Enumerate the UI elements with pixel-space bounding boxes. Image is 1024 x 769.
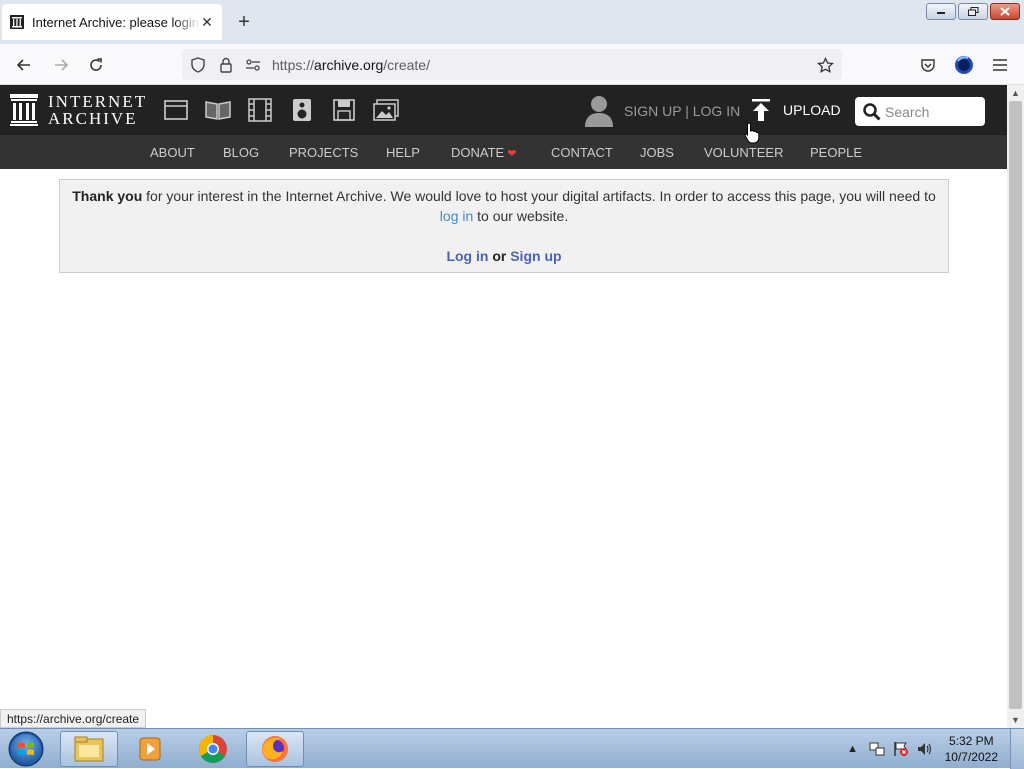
link-status-tooltip: https://archive.org/create [0, 709, 147, 728]
close-tab-icon[interactable]: ✕ [200, 15, 214, 29]
volume-speaker-icon[interactable] [917, 741, 933, 757]
system-tray: ▲ 5:32 PM 10/7/2022 [841, 729, 1024, 769]
nav-people[interactable]: PEOPLE [810, 145, 862, 160]
network-icon[interactable] [869, 741, 885, 757]
address-bar[interactable]: https://archive.org/create/ [182, 49, 842, 80]
log-in-link[interactable]: LOG IN [693, 103, 740, 119]
nav-contact[interactable]: CONTACT [551, 145, 613, 160]
action-center-flag-icon[interactable] [893, 741, 909, 757]
show-desktop-button[interactable] [1010, 729, 1024, 769]
nav-donate-label: DONATE [451, 145, 505, 160]
audio-speaker-icon[interactable] [289, 97, 315, 123]
video-film-icon[interactable] [247, 97, 273, 123]
nav-projects[interactable]: PROJECTS [289, 145, 358, 160]
search-box[interactable] [855, 97, 985, 126]
hand-cursor-icon [744, 122, 760, 144]
new-tab-button[interactable]: + [234, 12, 254, 32]
menu-hamburger-icon[interactable] [989, 54, 1011, 76]
tab-title: Internet Archive: please login or sign u… [32, 14, 200, 30]
site-nav: ABOUT BLOG PROJECTS HELP DONATE ❤ CONTACT… [0, 135, 1007, 169]
window-controls [926, 3, 1020, 20]
close-window-button[interactable] [990, 3, 1020, 20]
user-menu: SIGN UP | LOG IN [584, 95, 740, 127]
inline-log-in-link[interactable]: log in [440, 208, 473, 224]
taskbar-firefox[interactable] [246, 731, 304, 767]
taskbar-chrome[interactable] [184, 731, 242, 767]
shield-icon[interactable] [189, 56, 207, 74]
search-icon [863, 102, 881, 121]
site-header: INTERNET ARCHIVE SIGN UP | LOG IN UPLOAD… [0, 85, 1007, 135]
nav-about[interactable]: ABOUT [150, 145, 195, 160]
auth-separator: | [681, 103, 693, 119]
permissions-icon[interactable] [244, 56, 262, 74]
clock-time: 5:32 PM [948, 734, 994, 748]
reload-icon[interactable] [85, 54, 107, 76]
upload-button[interactable]: UPLOAD [751, 99, 841, 121]
archive-building-icon [10, 94, 38, 126]
sign-up-link[interactable]: SIGN UP [624, 103, 681, 119]
auth-links: SIGN UP | LOG IN [624, 103, 740, 119]
texts-book-icon[interactable] [205, 97, 231, 123]
sign-up-button[interactable]: Sign up [510, 248, 561, 264]
logo-text: INTERNET ARCHIVE [48, 92, 148, 128]
log-in-button[interactable]: Log in [446, 248, 488, 264]
notice-text-1: for your interest in the Internet Archiv… [142, 188, 936, 204]
scrollbar-thumb[interactable] [1009, 101, 1022, 709]
restore-button[interactable] [958, 3, 988, 20]
bookmark-star-icon[interactable] [816, 56, 834, 74]
system-clock[interactable]: 5:32 PM 10/7/2022 [945, 733, 998, 765]
scroll-down-arrow-icon[interactable]: ▼ [1007, 713, 1024, 727]
windows-logo-icon [8, 731, 44, 767]
nav-donate[interactable]: DONATE ❤ [451, 145, 516, 160]
notice-text-2: to our website. [473, 208, 569, 224]
login-required-notice: Thank you for your interest in the Inter… [59, 179, 949, 273]
chrome-icon [199, 735, 227, 763]
images-icon[interactable] [373, 97, 399, 123]
nav-help[interactable]: HELP [386, 145, 420, 160]
browser-toolbar: https://archive.org/create/ [0, 44, 1024, 85]
software-floppy-icon[interactable] [331, 97, 357, 123]
media-type-icons [163, 97, 399, 123]
folder-icon [74, 736, 104, 762]
start-button[interactable] [6, 731, 46, 767]
heart-icon: ❤ [507, 148, 517, 160]
notice-bold-lead: Thank you [72, 188, 143, 204]
minimize-button[interactable] [926, 3, 956, 20]
internet-archive-favicon-icon [10, 15, 24, 29]
lock-icon[interactable] [217, 56, 235, 74]
media-player-icon [139, 737, 161, 761]
vertical-scrollbar[interactable]: ▲ ▼ [1007, 85, 1024, 728]
firefox-icon [262, 736, 288, 762]
forward-arrow-icon[interactable] [50, 54, 72, 76]
browser-tab[interactable]: Internet Archive: please login or sign u… [2, 4, 222, 40]
or-text: or [488, 248, 511, 264]
nav-jobs[interactable]: JOBS [640, 145, 674, 160]
account-icon[interactable] [953, 54, 975, 76]
show-hidden-icons-icon[interactable]: ▲ [845, 741, 861, 757]
user-avatar-icon[interactable] [584, 95, 614, 127]
notice-message: Thank you for your interest in the Inter… [60, 186, 948, 226]
upload-arrow-icon [752, 99, 770, 121]
notice-actions: Log in or Sign up [60, 246, 948, 266]
back-arrow-icon[interactable] [13, 54, 35, 76]
clock-date: 10/7/2022 [944, 750, 998, 764]
pocket-icon[interactable] [917, 54, 939, 76]
scroll-up-arrow-icon[interactable]: ▲ [1007, 86, 1024, 100]
internet-archive-logo[interactable]: INTERNET ARCHIVE [10, 93, 147, 127]
web-icon[interactable] [163, 97, 189, 123]
upload-label: UPLOAD [783, 102, 841, 118]
nav-volunteer[interactable]: VOLUNTEER [704, 145, 783, 160]
taskbar-media-player[interactable] [122, 731, 180, 767]
windows-taskbar: ▲ 5:32 PM 10/7/2022 [0, 728, 1024, 769]
nav-blog[interactable]: BLOG [223, 145, 259, 160]
browser-tab-strip: Internet Archive: please login or sign u… [0, 0, 1024, 44]
url-text[interactable]: https://archive.org/create/ [272, 57, 430, 73]
search-input[interactable] [885, 100, 985, 123]
taskbar-explorer[interactable] [60, 731, 118, 767]
